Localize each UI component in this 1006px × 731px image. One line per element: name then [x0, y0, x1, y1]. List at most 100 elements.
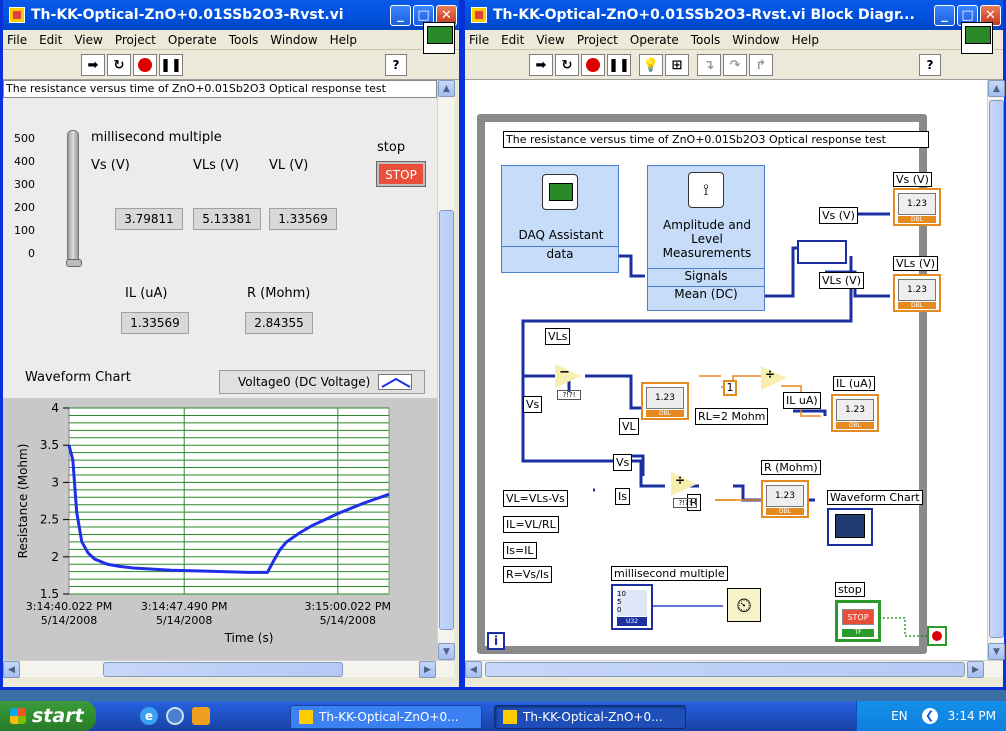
slider-tick: 100: [14, 224, 35, 237]
terminal-value: 1.23: [836, 399, 874, 421]
menu-file[interactable]: File: [7, 33, 27, 47]
vl-terminal[interactable]: 1.23 DBL: [641, 382, 689, 420]
front-panel-window: Th-KK-Optical-ZnO+0.01SSb2O3-Rvst.vi _ □…: [0, 0, 462, 690]
scroll-left-icon[interactable]: ◀: [465, 661, 482, 678]
menu-file[interactable]: File: [469, 33, 489, 47]
daq-assistant-node[interactable]: DAQ Assistant data: [501, 165, 619, 273]
daq-assistant-title: DAQ Assistant: [518, 228, 604, 242]
amplitude-title: Amplitude and Level Measurements: [662, 218, 752, 260]
menu-help[interactable]: Help: [330, 33, 357, 47]
start-button[interactable]: start: [0, 701, 96, 731]
wire-tag-vs-v: Vs (V): [819, 207, 858, 224]
block-diagram-vscroll[interactable]: ▲ ▼: [987, 80, 1005, 660]
front-panel-hscroll[interactable]: ◀ ▶: [3, 660, 454, 678]
wait-ms-icon[interactable]: ⏲: [727, 588, 761, 622]
menu-edit[interactable]: Edit: [501, 33, 524, 47]
amplitude-measurements-node[interactable]: ⟟ Amplitude and Level Measurements Signa…: [647, 165, 765, 311]
step-into-icon[interactable]: ↴: [697, 54, 721, 76]
minimize-icon[interactable]: _: [934, 4, 955, 26]
step-out-icon[interactable]: ↱: [749, 54, 773, 76]
stop-terminal[interactable]: STOP TF: [835, 600, 881, 642]
slider-thumb[interactable]: [66, 259, 82, 267]
y-tick-label: 1.5: [40, 587, 59, 601]
loop-condition-icon[interactable]: [927, 626, 947, 646]
abort-icon[interactable]: [133, 54, 157, 76]
scroll-up-icon[interactable]: ▲: [988, 80, 1005, 97]
scroll-right-icon[interactable]: ▶: [419, 661, 436, 678]
scroll-right-icon[interactable]: ▶: [967, 661, 984, 678]
taskbar-item-front-panel[interactable]: Th-KK-Optical-ZnO+0...: [290, 705, 482, 729]
hscroll-thumb[interactable]: [485, 662, 965, 677]
media-player-icon[interactable]: [166, 707, 184, 725]
run-continuously-icon[interactable]: ↻: [555, 54, 579, 76]
il-terminal[interactable]: 1.23 DBL: [831, 394, 879, 432]
scroll-down-icon[interactable]: ▼: [438, 643, 455, 660]
block-diagram-window: Th-KK-Optical-ZnO+0.01SSb2O3-Rvst.vi Blo…: [462, 0, 1006, 690]
language-indicator[interactable]: EN: [891, 709, 908, 723]
quick-launch: e: [140, 707, 210, 725]
wire-tag-vls-v: VLs (V): [819, 272, 864, 289]
run-continuously-icon[interactable]: ↻: [107, 54, 131, 76]
block-diagram-hscroll[interactable]: ◀ ▶: [465, 660, 1003, 678]
ie-icon[interactable]: e: [140, 707, 158, 725]
mean-dc-terminal[interactable]: Mean (DC): [648, 286, 764, 302]
menu-view[interactable]: View: [74, 33, 102, 47]
block-diagram-titlebar[interactable]: Th-KK-Optical-ZnO+0.01SSb2O3-Rvst.vi Blo…: [465, 0, 1003, 30]
vs-terminal[interactable]: 1.23 DBL: [893, 188, 941, 226]
front-panel-menubar: File Edit View Project Operate Tools Win…: [3, 30, 459, 50]
waveform-chart-terminal[interactable]: [827, 508, 873, 546]
run-arrow-icon[interactable]: ➡: [529, 54, 553, 76]
step-over-icon[interactable]: ↷: [723, 54, 747, 76]
menu-operate[interactable]: Operate: [630, 33, 679, 47]
menu-project[interactable]: Project: [115, 33, 156, 47]
menu-window[interactable]: Window: [270, 33, 317, 47]
scroll-left-icon[interactable]: ◀: [3, 661, 20, 678]
scroll-up-icon[interactable]: ▲: [438, 80, 455, 97]
ms-control-terminal[interactable]: 10 5 0 U32: [611, 584, 653, 630]
millisecond-slider[interactable]: [66, 130, 82, 267]
run-arrow-icon[interactable]: ➡: [81, 54, 105, 76]
tray-arrow-icon[interactable]: ❮: [921, 708, 938, 724]
menu-edit[interactable]: Edit: [39, 33, 62, 47]
front-panel-titlebar[interactable]: Th-KK-Optical-ZnO+0.01SSb2O3-Rvst.vi _ □…: [3, 0, 459, 30]
r-terminal[interactable]: 1.23 DBL: [761, 480, 809, 518]
vls-terminal[interactable]: 1.23 DBL: [893, 274, 941, 312]
help-icon[interactable]: ?: [385, 54, 407, 76]
daq-data-terminal[interactable]: data: [502, 246, 618, 262]
scroll-down-icon[interactable]: ▼: [988, 643, 1005, 660]
scroll-thumb[interactable]: [989, 100, 1004, 638]
winamp-icon[interactable]: [192, 707, 210, 725]
menu-tools[interactable]: Tools: [691, 33, 721, 47]
hscroll-thumb[interactable]: [103, 662, 343, 677]
menu-operate[interactable]: Operate: [168, 33, 217, 47]
il-label: IL (uA): [125, 286, 168, 301]
front-panel-vscroll[interactable]: ▲ ▼: [437, 80, 455, 660]
highlight-execution-icon[interactable]: 💡: [639, 54, 663, 76]
stop-terminal-button: STOP: [842, 609, 874, 625]
abort-icon[interactable]: [581, 54, 605, 76]
block-diagram-menubar: File Edit View Project Operate Tools Win…: [465, 30, 1003, 50]
help-icon[interactable]: ?: [919, 54, 941, 76]
taskbar-item-block-diagram[interactable]: Th-KK-Optical-ZnO+0...: [494, 705, 686, 729]
windows-logo-icon: [10, 708, 26, 724]
front-panel-title: Th-KK-Optical-ZnO+0.01SSb2O3-Rvst.vi: [31, 7, 344, 23]
menu-tools[interactable]: Tools: [229, 33, 259, 47]
divide-symbol-2: ÷: [675, 473, 686, 487]
retain-wire-values-icon[interactable]: ⊞: [665, 54, 689, 76]
menu-project[interactable]: Project: [577, 33, 618, 47]
ms-type: U32: [617, 617, 647, 626]
chart-legend[interactable]: Voltage0 (DC Voltage): [219, 370, 425, 394]
terminal-value: 1.23: [646, 387, 684, 409]
menu-help[interactable]: Help: [792, 33, 819, 47]
minimize-icon[interactable]: _: [390, 4, 411, 26]
stop-button[interactable]: STOP: [377, 162, 425, 186]
menu-view[interactable]: View: [536, 33, 564, 47]
index-array-node[interactable]: [797, 240, 847, 264]
pause-icon[interactable]: ❚❚: [607, 54, 631, 76]
pause-icon[interactable]: ❚❚: [159, 54, 183, 76]
constant-one[interactable]: 1: [723, 380, 737, 396]
signals-terminal[interactable]: Signals: [648, 268, 764, 284]
scroll-thumb[interactable]: [439, 210, 454, 630]
equation-r: R=Vs/Is: [503, 566, 552, 583]
menu-window[interactable]: Window: [732, 33, 779, 47]
